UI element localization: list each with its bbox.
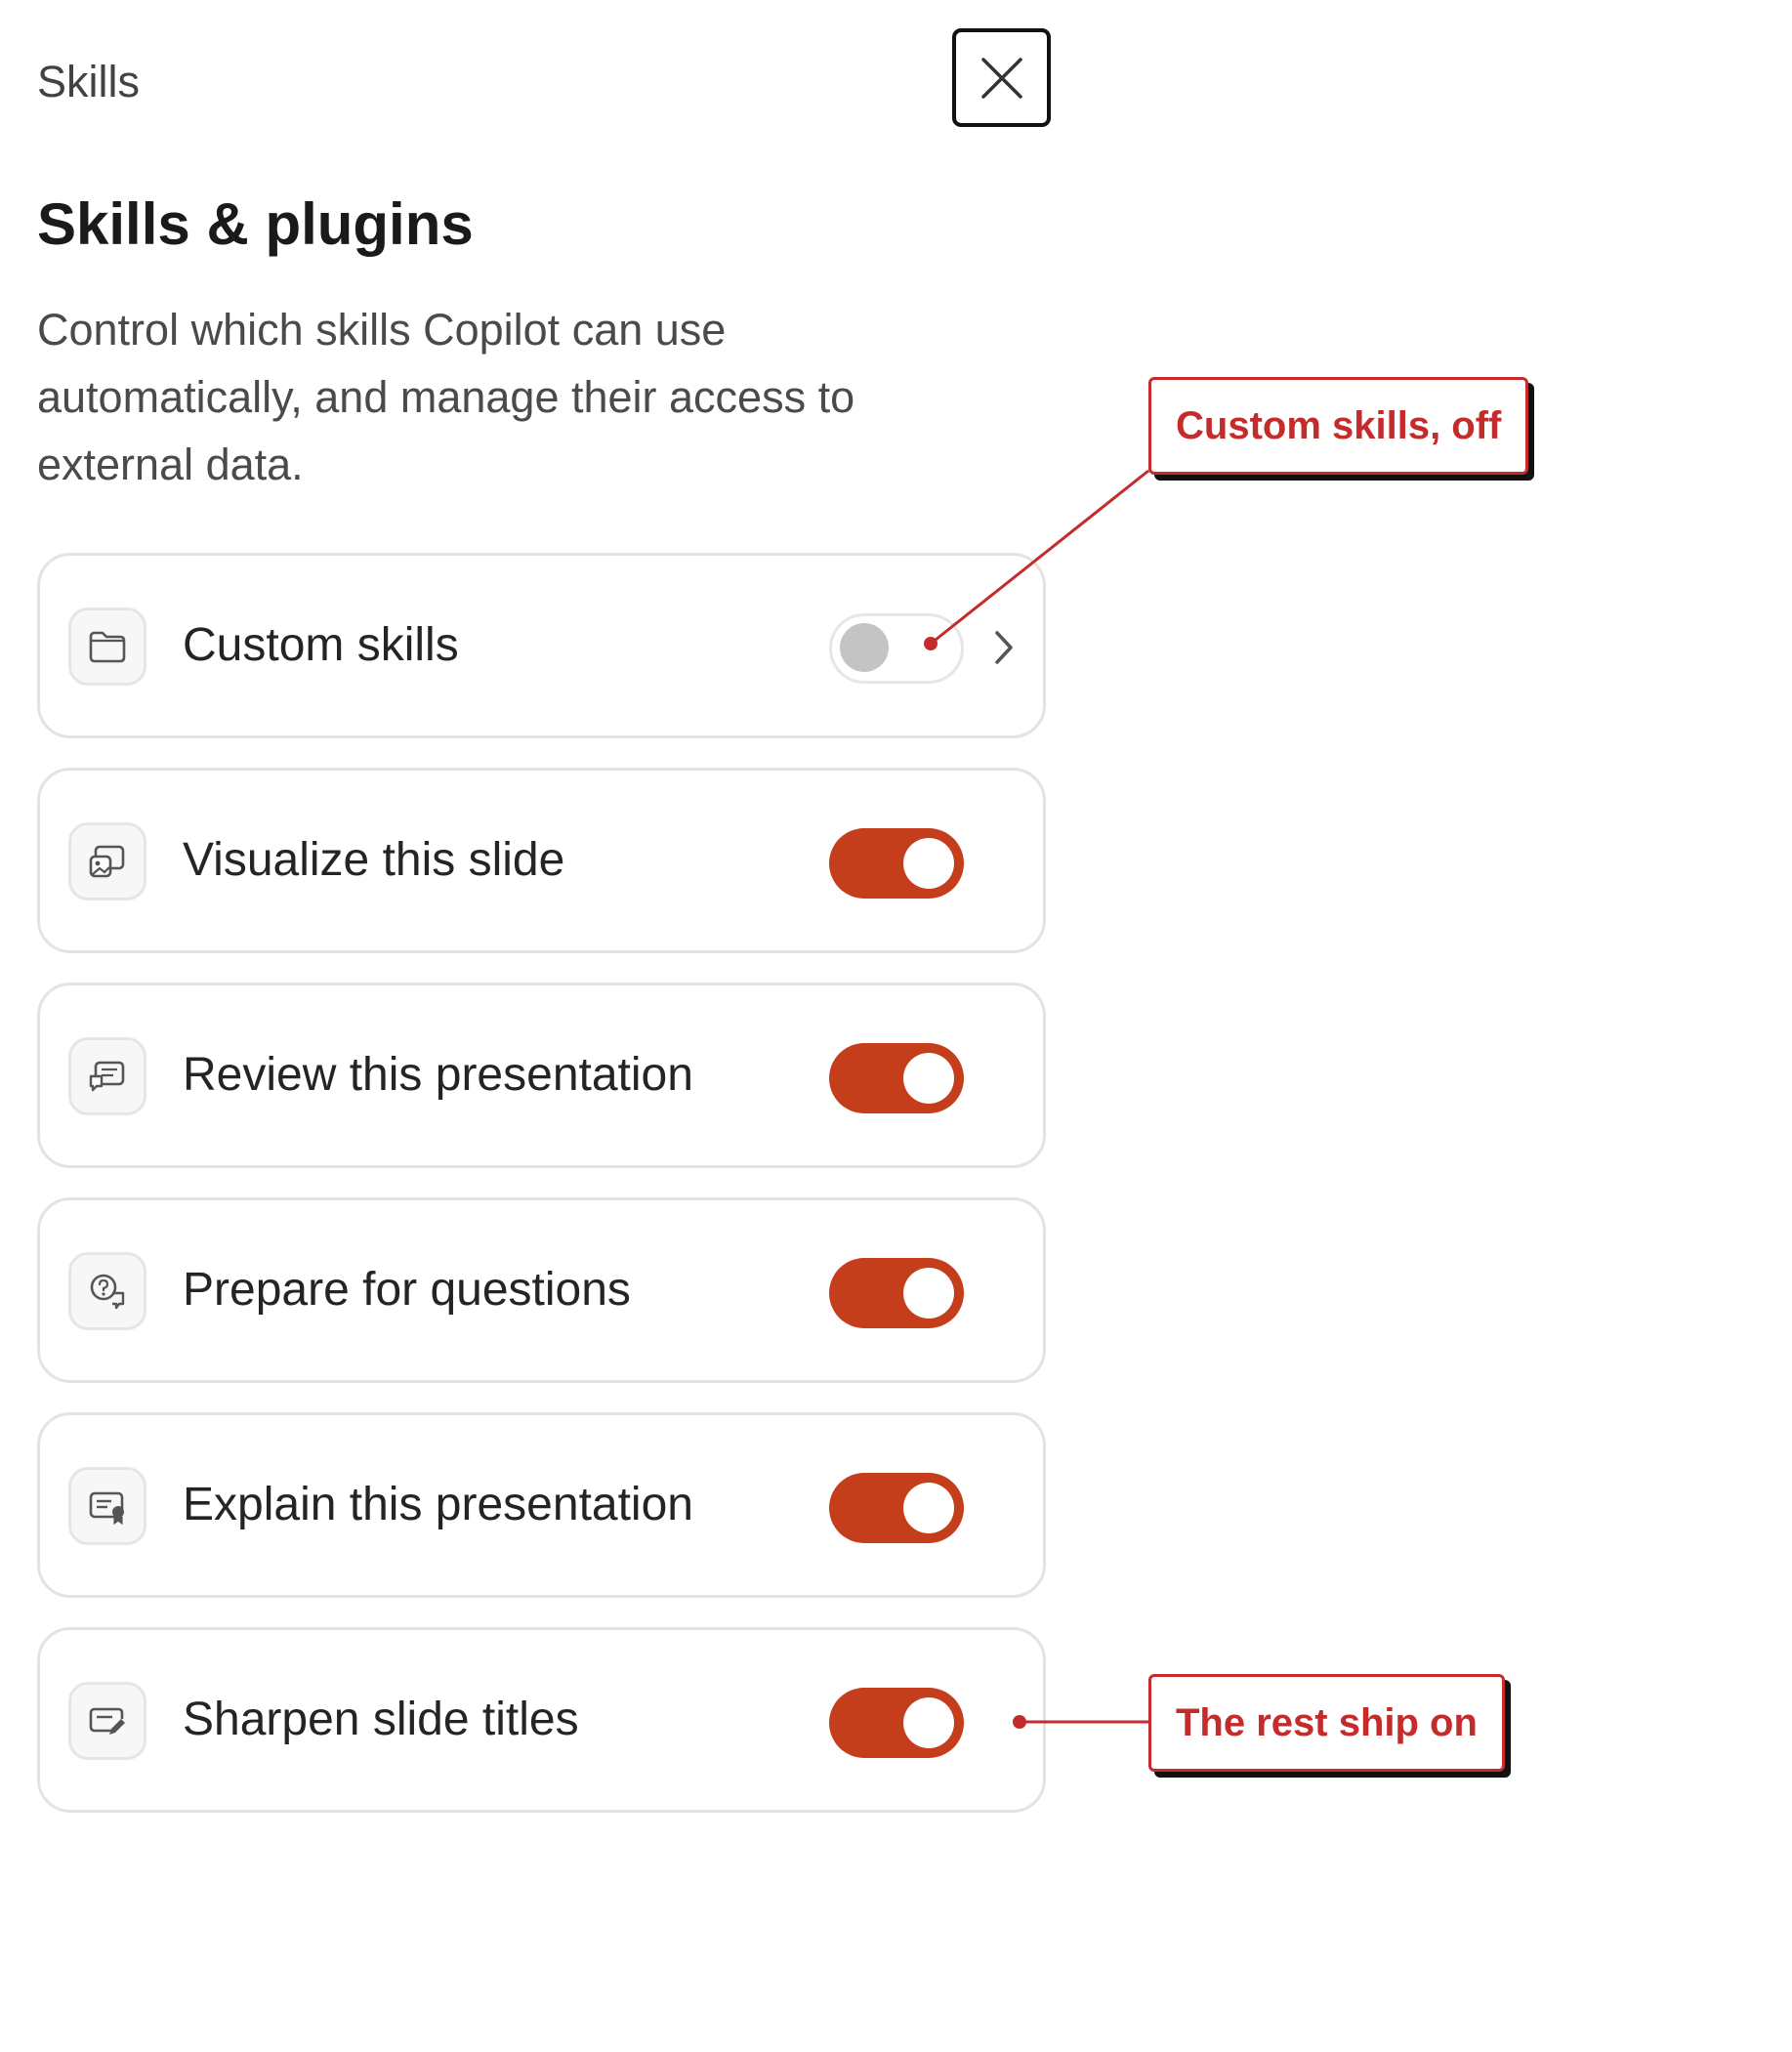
skill-list: Custom skills Visualize this slide Revie…: [37, 553, 1046, 1842]
skill-card-prepare-for-questions[interactable]: Prepare for questions: [37, 1197, 1046, 1383]
prepare-for-questions-toggle[interactable]: [829, 1258, 964, 1328]
skill-label: Explain this presentation: [183, 1479, 693, 1530]
toggle-knob: [840, 623, 889, 672]
skill-label: Prepare for questions: [183, 1264, 631, 1316]
close-icon: [980, 57, 1022, 99]
review-this-presentation-toggle[interactable]: [829, 1043, 964, 1113]
toggle-knob: [903, 1697, 954, 1748]
skill-card-review-this-presentation[interactable]: Review this presentation: [37, 983, 1046, 1168]
chevron-right-icon[interactable]: [989, 623, 1019, 672]
visualize-this-slide-toggle[interactable]: [829, 828, 964, 899]
skill-label: Visualize this slide: [183, 834, 565, 886]
toggle-knob: [903, 838, 954, 889]
annotation-callout: Custom skills, off: [1148, 377, 1529, 475]
slide-edit-icon: [68, 1682, 146, 1760]
panel-title: Skills: [37, 57, 141, 106]
toggle-knob: [903, 1268, 954, 1319]
slide-ribbon-icon: [68, 1467, 146, 1545]
skill-label: Custom skills: [183, 619, 459, 671]
skill-card-explain-this-presentation[interactable]: Explain this presentation: [37, 1412, 1046, 1598]
slide-image-icon: [68, 822, 146, 900]
close-button[interactable]: [952, 28, 1051, 127]
custom-skills-toggle[interactable]: [829, 613, 964, 684]
skill-label: Sharpen slide titles: [183, 1694, 579, 1745]
skill-label: Review this presentation: [183, 1049, 693, 1101]
slide-comment-icon: [68, 1037, 146, 1115]
folder-icon: [68, 607, 146, 686]
toggle-knob: [903, 1483, 954, 1533]
question-bubble-icon: [68, 1252, 146, 1330]
skill-card-sharpen-slide-titles[interactable]: Sharpen slide titles: [37, 1627, 1046, 1813]
page-description: Control which skills Copilot can use aut…: [37, 305, 855, 489]
skill-card-custom-skills[interactable]: Custom skills: [37, 553, 1046, 738]
explain-this-presentation-toggle[interactable]: [829, 1473, 964, 1543]
annotation-callout: The rest ship on: [1148, 1674, 1505, 1772]
skill-card-visualize-this-slide[interactable]: Visualize this slide: [37, 768, 1046, 953]
page-title: Skills & plugins: [37, 191, 474, 257]
toggle-knob: [903, 1053, 954, 1104]
sharpen-slide-titles-toggle[interactable]: [829, 1688, 964, 1758]
